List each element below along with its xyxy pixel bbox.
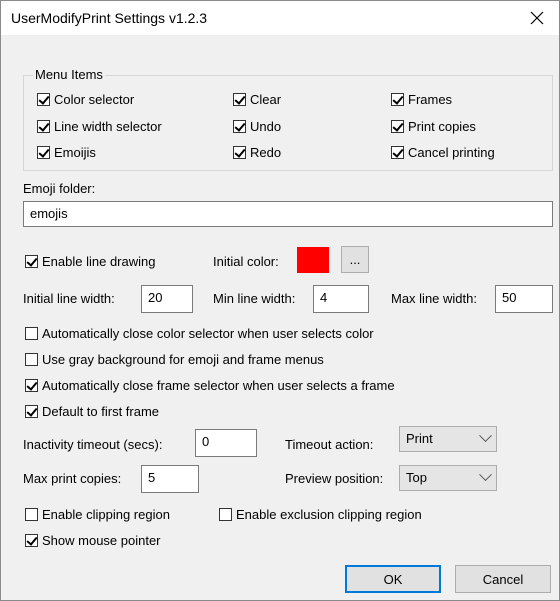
checkbox-label: Enable clipping region <box>42 507 170 522</box>
checkbox-label: Clear <box>250 92 282 107</box>
checkbox-box[interactable] <box>37 120 50 133</box>
close-button[interactable] <box>515 1 559 35</box>
checkbox-frames[interactable]: Frames <box>391 92 452 107</box>
timeout-action-label: Timeout action: <box>285 437 374 452</box>
checkbox-enable-clipping[interactable]: Enable clipping region <box>25 507 170 522</box>
checkbox-box[interactable] <box>25 255 38 268</box>
checkbox-box[interactable] <box>391 146 404 159</box>
checkbox-box[interactable] <box>233 146 246 159</box>
checkbox-label: Use gray background for emoji and frame … <box>42 352 324 367</box>
checkbox-auto-close-frame[interactable]: Automatically close frame selector when … <box>25 378 395 393</box>
checkbox-auto-close-color[interactable]: Automatically close color selector when … <box>25 326 374 341</box>
chevron-down-icon <box>479 429 492 443</box>
checkbox-line-width-selector[interactable]: Line width selector <box>37 119 162 134</box>
min-line-width-label: Min line width: <box>213 291 296 306</box>
checkbox-print-copies[interactable]: Print copies <box>391 119 476 134</box>
initial-color-swatch[interactable] <box>297 247 329 273</box>
ok-button[interactable]: OK <box>345 565 441 593</box>
preview-position-label: Preview position: <box>285 471 384 486</box>
title-bar: UserModifyPrint Settings v1.2.3 <box>1 1 559 35</box>
max-line-width-input[interactable]: 50 <box>495 285 553 313</box>
checkbox-box[interactable] <box>37 146 50 159</box>
checkbox-box[interactable] <box>233 120 246 133</box>
checkbox-show-mouse-pointer[interactable]: Show mouse pointer <box>25 533 161 548</box>
checkbox-box[interactable] <box>219 508 232 521</box>
checkbox-gray-background[interactable]: Use gray background for emoji and frame … <box>25 352 324 367</box>
checkbox-box[interactable] <box>391 120 404 133</box>
checkbox-redo[interactable]: Redo <box>233 145 281 160</box>
checkbox-label: Show mouse pointer <box>42 533 161 548</box>
checkbox-label: Frames <box>408 92 453 107</box>
checkbox-label: Enable line drawing <box>42 254 156 269</box>
initial-line-width-input[interactable]: 20 <box>141 285 193 313</box>
checkbox-label: Line width selector <box>54 119 162 134</box>
timeout-action-value: Print <box>406 431 433 446</box>
cancel-button[interactable]: Cancel <box>455 565 551 593</box>
checkbox-enable-exclusion-clipping[interactable]: Enable exclusion clipping region <box>219 507 422 522</box>
checkbox-box[interactable] <box>25 508 38 521</box>
checkbox-box[interactable] <box>25 353 38 366</box>
preview-position-value: Top <box>406 470 427 485</box>
checkbox-label: Print copies <box>408 119 476 134</box>
emoji-folder-label: Emoji folder: <box>23 181 96 196</box>
max-line-width-label: Max line width: <box>391 291 477 306</box>
checkbox-box[interactable] <box>25 379 38 392</box>
inactivity-timeout-label: Inactivity timeout (secs): <box>23 437 163 452</box>
checkbox-label: Cancel printing <box>408 145 495 160</box>
checkbox-box[interactable] <box>25 405 38 418</box>
inactivity-timeout-input[interactable]: 0 <box>195 429 257 457</box>
checkbox-color-selector[interactable]: Color selector <box>37 92 134 107</box>
checkbox-undo[interactable]: Undo <box>233 119 281 134</box>
menu-items-legend: Menu Items <box>33 67 105 82</box>
checkbox-label: Emoijis <box>54 145 96 160</box>
color-browse-button[interactable]: ... <box>341 246 369 273</box>
checkbox-label: Default to first frame <box>42 404 160 419</box>
checkbox-emoijis[interactable]: Emoijis <box>37 145 96 160</box>
checkbox-clear[interactable]: Clear <box>233 92 281 107</box>
initial-color-label: Initial color: <box>213 254 279 269</box>
max-print-copies-input[interactable]: 5 <box>141 465 199 493</box>
checkbox-box[interactable] <box>233 93 246 106</box>
checkbox-default-first-frame[interactable]: Default to first frame <box>25 404 159 419</box>
close-icon <box>530 11 544 25</box>
initial-line-width-label: Initial line width: <box>23 291 115 306</box>
checkbox-box[interactable] <box>25 327 38 340</box>
checkbox-box[interactable] <box>25 534 38 547</box>
checkbox-label: Automatically close frame selector when … <box>42 378 395 393</box>
checkbox-box[interactable] <box>37 93 50 106</box>
checkbox-box[interactable] <box>391 93 404 106</box>
checkbox-label: Enable exclusion clipping region <box>236 507 422 522</box>
checkbox-label: Color selector <box>54 92 135 107</box>
timeout-action-select[interactable]: Print <box>399 426 497 452</box>
checkbox-label: Redo <box>250 145 282 160</box>
preview-position-select[interactable]: Top <box>399 465 497 491</box>
emoji-folder-input[interactable]: emojis <box>23 201 553 227</box>
checkbox-enable-line-drawing[interactable]: Enable line drawing <box>25 254 155 269</box>
checkbox-label: Undo <box>250 119 282 134</box>
chevron-down-icon <box>479 468 492 482</box>
min-line-width-input[interactable]: 4 <box>313 285 369 313</box>
checkbox-cancel-printing[interactable]: Cancel printing <box>391 145 495 160</box>
max-print-copies-label: Max print copies: <box>23 471 122 486</box>
settings-dialog: UserModifyPrint Settings v1.2.3 Menu Ite… <box>0 0 560 601</box>
checkbox-label: Automatically close color selector when … <box>42 326 374 341</box>
window-title: UserModifyPrint Settings v1.2.3 <box>11 10 208 26</box>
